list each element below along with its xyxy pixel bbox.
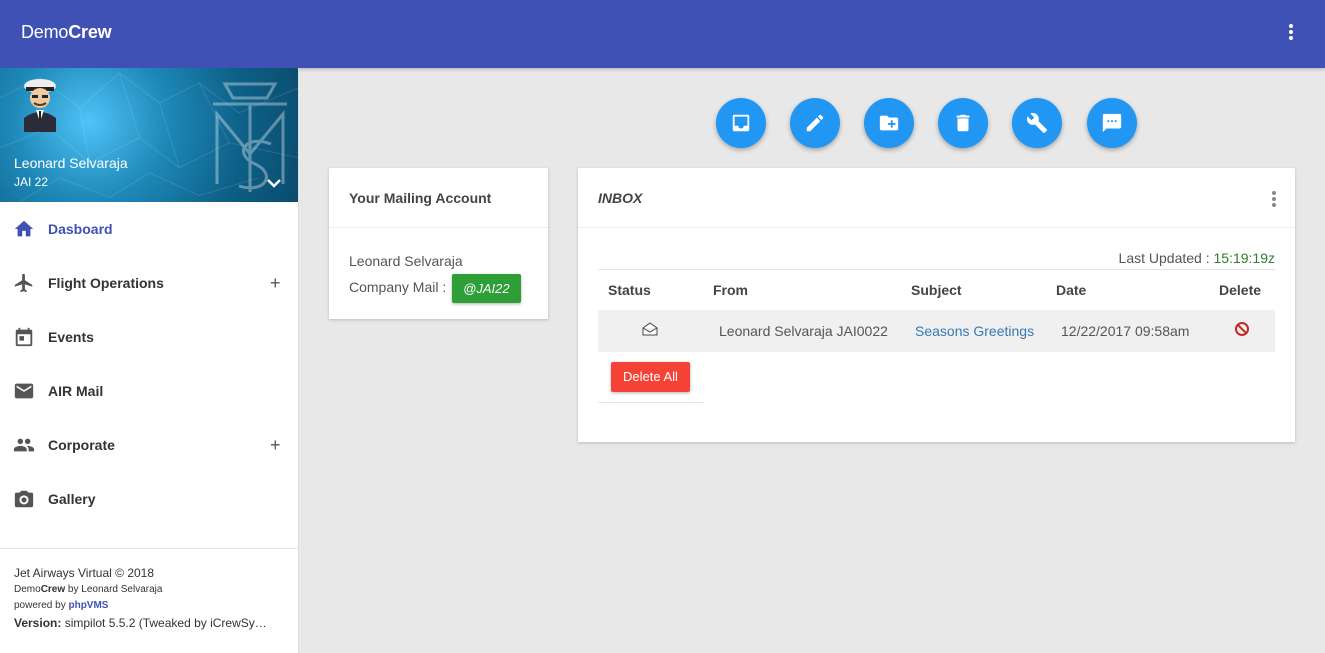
company-mail-label: Company Mail : (349, 279, 447, 296)
status-cell (598, 309, 703, 352)
no-entry-icon[interactable] (1234, 321, 1250, 337)
from-cell: Leonard Selvaraja JAI0022 (703, 309, 901, 352)
home-icon (14, 220, 34, 237)
column-header: Status (598, 269, 703, 310)
settings-button[interactable] (1012, 98, 1062, 148)
brand-logo[interactable]: DemoCrew (21, 22, 112, 43)
sidebar-footer: Jet Airways Virtual © 2018 DemoCrew by L… (0, 548, 298, 630)
account-name: Leonard Selvaraja (349, 253, 463, 269)
sidebar-item-label: Gallery (48, 491, 96, 507)
copyright-text: Jet Airways Virtual © 2018 (14, 566, 155, 580)
credit-text: DemoCrew by Leonard Selvaraja (14, 584, 163, 595)
mailing-account-card: Your Mailing Account Leonard Selvaraja C… (329, 168, 548, 319)
inbox-button[interactable] (716, 98, 766, 148)
message-button[interactable] (1087, 98, 1137, 148)
sidebar-item-flight-operations[interactable]: Flight Operations + (0, 256, 298, 310)
date-cell: 12/22/2017 09:58am (1046, 309, 1209, 352)
subject-link[interactable]: Seasons Greetings (901, 309, 1046, 352)
sidebar-item-label: Corporate (48, 437, 115, 453)
sidebar-item-label: Dasboard (48, 221, 113, 237)
profile-header: Leonard Selvaraja JAI 22 (0, 68, 298, 202)
sidebar-item-dashboard[interactable]: Dasboard (0, 202, 298, 256)
expand-icon[interactable]: + (270, 273, 281, 294)
inbox-icon (732, 114, 750, 132)
delete-all-button[interactable]: Delete All (611, 362, 690, 392)
new-folder-button[interactable] (864, 98, 914, 148)
camera-icon (14, 490, 34, 508)
sidebar: Leonard Selvaraja JAI 22 Dasboard Flight… (0, 68, 299, 653)
settings-wrench-icon (1026, 113, 1048, 134)
inbox-table: Status From Subject Date Delete Leonard … (598, 269, 1275, 352)
pilot-avatar (24, 79, 56, 132)
sidebar-item-gallery[interactable]: Gallery (0, 472, 298, 526)
trash-button[interactable] (938, 98, 988, 148)
sidebar-menu: Dasboard Flight Operations + Events AIR … (0, 202, 298, 526)
card-title: INBOX (578, 168, 1295, 228)
profile-pilot-id: JAI 22 (14, 175, 49, 189)
compose-button[interactable] (790, 98, 840, 148)
new-folder-icon (879, 115, 899, 131)
inbox-card: INBOX Last Updated : 15:19:19z Status Fr… (578, 168, 1295, 442)
column-header: From (703, 269, 901, 310)
sidebar-item-label: Flight Operations (48, 275, 164, 291)
more-vert-icon[interactable] (1271, 191, 1277, 207)
compose-icon (806, 114, 824, 132)
trash-icon (956, 114, 970, 132)
version-text: Version: simpilot 5.5.2 (Tweaked by iCre… (14, 616, 267, 630)
sidebar-item-events[interactable]: Events (0, 310, 298, 364)
column-header: Date (1046, 269, 1209, 310)
sidebar-item-corporate[interactable]: Corporate + (0, 418, 298, 472)
sidebar-item-air-mail[interactable]: AIR Mail (0, 364, 298, 418)
envelope-open-icon (642, 322, 658, 336)
column-header: Delete (1209, 269, 1275, 310)
table-row[interactable]: Leonard Selvaraja JAI0022 Seasons Greeti… (598, 309, 1275, 352)
delete-cell[interactable] (1209, 309, 1275, 352)
expand-icon[interactable]: + (270, 435, 281, 456)
people-icon (13, 438, 35, 452)
airplane-icon (14, 273, 33, 293)
last-updated: Last Updated : 15:19:19z (1118, 250, 1275, 266)
chevron-down-icon[interactable] (266, 176, 282, 190)
profile-name: Leonard Selvaraja (14, 155, 128, 171)
message-icon (1102, 113, 1122, 133)
mail-icon (14, 383, 34, 399)
sidebar-item-label: Events (48, 329, 94, 345)
divider (598, 402, 704, 403)
company-mail-badge: @JAI22 (452, 274, 521, 303)
calendar-icon (15, 327, 33, 347)
card-title: Your Mailing Account (329, 168, 548, 228)
phpvms-link[interactable]: phpVMS (68, 600, 108, 611)
powered-by-text: powered by phpVMS (14, 600, 109, 611)
sidebar-item-label: AIR Mail (48, 383, 104, 399)
column-header: Subject (901, 269, 1046, 310)
more-vert-icon[interactable] (1283, 24, 1299, 44)
top-app-bar: DemoCrew (0, 0, 1325, 68)
company-mail-row: Company Mail : @JAI22 (349, 274, 528, 303)
